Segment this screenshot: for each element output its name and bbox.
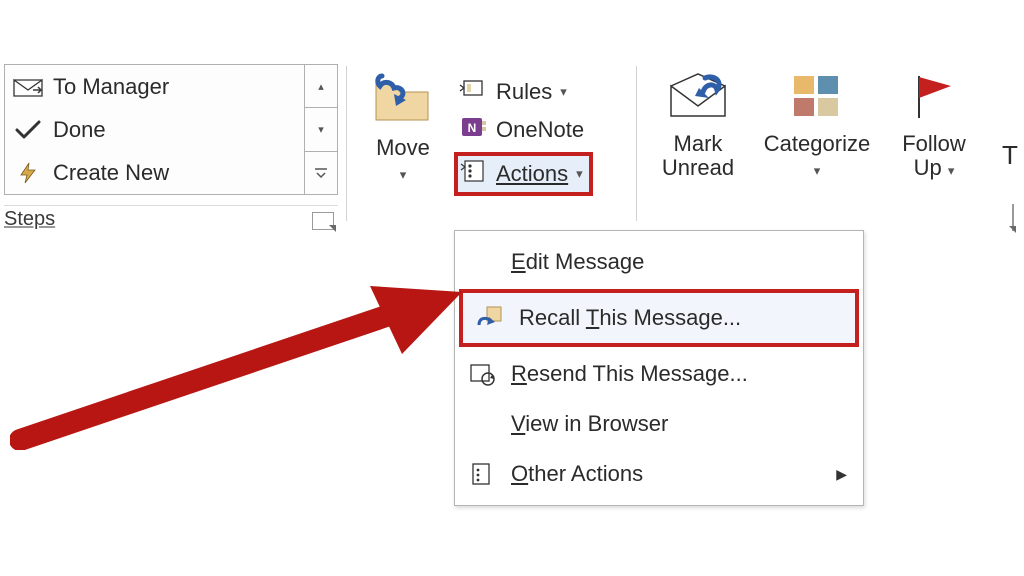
move-folder-icon [370,106,436,131]
categorize-icon [788,102,846,127]
gallery-more-button[interactable] [305,152,337,194]
quick-steps-group-label: Steps [4,205,338,231]
menu-item-resend-message[interactable]: Resend This Message... [455,349,863,399]
categorize-label: Categorize [764,131,870,156]
quick-step-label: To Manager [53,74,169,100]
move-label: Move [376,135,430,160]
quick-steps-gallery: To Manager Done Create New ▴ ▾ [4,64,338,195]
actions-label: Actions [496,161,568,187]
quick-step-to-manager[interactable]: To Manager [5,65,304,108]
rules-label: Rules [496,79,552,105]
chevron-down-icon: ▾ [814,163,821,178]
categorize-button[interactable]: Categorize ▾ [758,72,876,180]
chevron-down-icon: ▾ [560,84,567,100]
menu-item-other-actions[interactable]: Other Actions ▶ [455,449,863,499]
truncated-ribbon-button[interactable]: T [998,140,1022,171]
svg-text:N: N [468,121,477,135]
actions-icon [460,158,488,190]
menu-item-view-in-browser[interactable]: View in Browser [455,399,863,449]
follow-up-label-1: Follow [902,131,966,156]
chevron-down-icon: ▾ [576,166,583,182]
lightning-icon [13,160,43,186]
chevron-down-icon: ▾ [400,167,407,182]
rules-icon [458,77,488,107]
ribbon-group-divider [346,66,347,221]
dialog-launcher-tags[interactable] [1012,205,1018,231]
checkmark-icon [13,117,43,143]
onenote-icon: N [458,115,488,145]
onenote-button[interactable]: N OneNote [454,114,593,146]
chevron-down-icon: ▾ [948,163,955,178]
follow-up-button[interactable]: Follow Up ▾ [888,72,980,180]
rules-button[interactable]: Rules ▾ [454,76,593,108]
mark-unread-label-1: Mark [674,131,723,156]
other-actions-icon [467,461,497,487]
dialog-launcher-icon[interactable] [312,212,334,230]
gallery-down-button[interactable]: ▾ [305,108,337,151]
menu-item-recall-message[interactable]: Recall This Message... [459,289,859,347]
menu-item-label: Recall This Message... [519,305,741,331]
recall-icon [475,305,505,331]
actions-button[interactable]: Actions ▾ [454,152,593,196]
group-label-text: Steps [4,208,55,231]
submenu-arrow-icon: ▶ [836,466,851,483]
ribbon-group-divider [636,66,637,221]
menu-item-label: Other Actions [511,461,643,487]
mark-unread-icon [665,102,731,127]
quick-steps-spinner: ▴ ▾ [304,65,337,194]
menu-item-edit-message[interactable]: Edit Message [455,237,863,287]
menu-item-label: View in Browser [511,411,668,437]
quick-step-done[interactable]: Done [5,108,304,151]
mark-unread-button[interactable]: Mark Unread [648,72,748,180]
envelope-forward-icon [13,74,43,100]
follow-up-label-2: Up [914,155,942,180]
move-button[interactable]: Move ▾ [358,72,448,184]
resend-icon [467,361,497,387]
dialog-launcher-icon [1012,204,1014,231]
gallery-up-button[interactable]: ▴ [305,65,337,108]
actions-dropdown-menu: Edit Message Recall This Message... Rese… [454,230,864,506]
quick-step-label: Done [53,117,106,143]
menu-item-label: Edit Message [511,249,644,275]
onenote-label: OneNote [496,117,584,143]
quick-step-label: Create New [53,160,169,186]
flag-icon [907,102,961,127]
menu-item-label: Resend This Message... [511,361,748,387]
annotation-arrow [10,250,470,450]
mark-unread-label-2: Unread [662,155,734,180]
quick-step-create-new[interactable]: Create New [5,151,304,194]
